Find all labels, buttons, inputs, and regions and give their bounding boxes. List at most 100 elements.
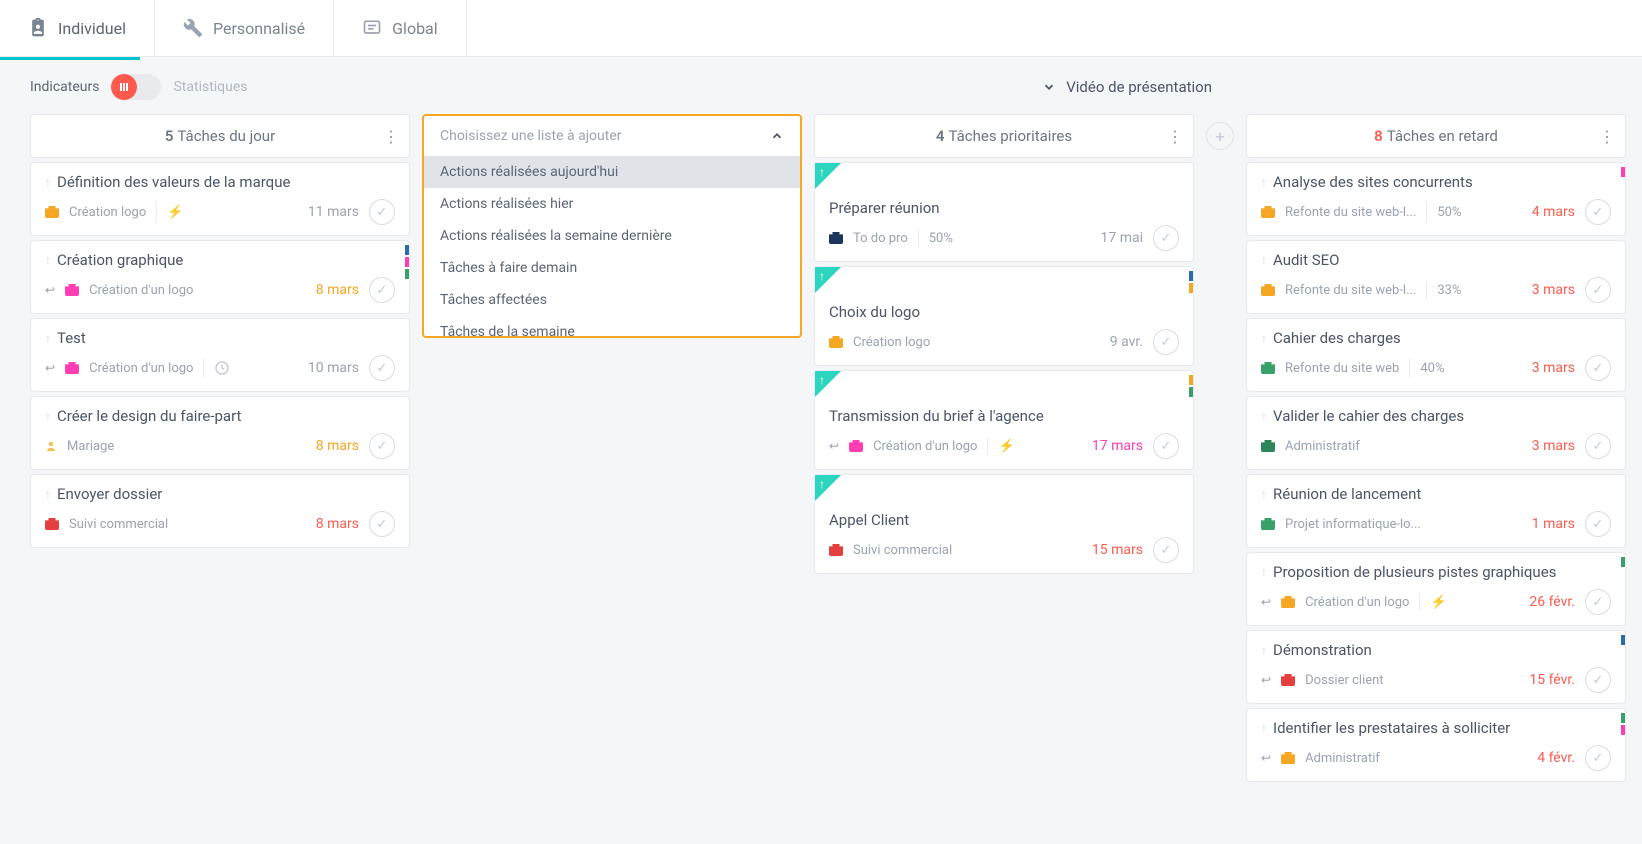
task-card[interactable]: ↑ Transmission du brief à l'agence ↩Créa… [814, 370, 1194, 470]
task-title: ↑Valider le cahier des charges [1261, 407, 1611, 425]
toggle-knob [111, 74, 137, 100]
arrow-up-icon: ↑ [819, 165, 825, 179]
task-card[interactable]: ↑Test ↩Création d'un logo10 mars✓ [30, 318, 410, 392]
task-date: 9 avr. [1110, 334, 1143, 350]
task-card[interactable]: ↑Démonstration ↩Dossier client15 févr.✓ [1246, 630, 1626, 704]
task-date: 3 mars [1532, 360, 1575, 376]
task-card[interactable]: ↑Valider le cahier des charges Administr… [1246, 396, 1626, 470]
complete-checkbox[interactable]: ✓ [1585, 745, 1611, 771]
project-name: Suivi commercial [853, 543, 952, 558]
tab-label: Personnalisé [213, 19, 305, 38]
task-date: 15 mars [1092, 542, 1143, 558]
column-add: Choisissez une liste à ajouter Actions r… [422, 114, 802, 786]
column-header: 5Tâches du jour ⋮ [30, 114, 410, 158]
color-tags [1621, 557, 1625, 567]
pause-icon [119, 82, 129, 92]
complete-checkbox[interactable]: ✓ [1585, 199, 1611, 225]
complete-checkbox[interactable]: ✓ [1585, 667, 1611, 693]
reply-icon: ↩ [45, 283, 55, 297]
column-menu-icon[interactable]: ⋮ [1167, 127, 1183, 146]
dropdown-header[interactable]: Choisissez une liste à ajouter [424, 116, 800, 156]
dropdown-option[interactable]: Tâches affectées [424, 284, 800, 316]
complete-checkbox[interactable]: ✓ [369, 433, 395, 459]
task-title: ↑Proposition de plusieurs pistes graphiq… [1261, 563, 1611, 581]
task-card[interactable]: ↑Proposition de plusieurs pistes graphiq… [1246, 552, 1626, 626]
complete-checkbox[interactable]: ✓ [1153, 433, 1179, 459]
tab-global[interactable]: Global [334, 0, 467, 56]
dropdown-option[interactable]: Actions réalisées hier [424, 188, 800, 220]
column-menu-icon[interactable]: ⋮ [1599, 127, 1615, 146]
task-title: ↑Identifier les prestataires à sollicite… [1261, 719, 1611, 737]
complete-checkbox[interactable]: ✓ [369, 511, 395, 537]
color-tags [405, 245, 409, 279]
video-presentation-link[interactable]: Vidéo de présentation [1042, 78, 1212, 96]
indicateurs-label: Indicateurs [30, 79, 99, 95]
add-list-dropdown[interactable]: Choisissez une liste à ajouter Actions r… [422, 114, 802, 338]
dropdown-list: Actions réalisées aujourd'huiActions réa… [424, 156, 800, 336]
progress-pct: 33% [1437, 283, 1461, 298]
arrow-up-icon: ↑ [819, 477, 825, 491]
complete-checkbox[interactable]: ✓ [1585, 355, 1611, 381]
kanban-board: 5Tâches du jour ⋮ ↑Définition des valeur… [0, 114, 1642, 786]
task-card[interactable]: ↑Analyse des sites concurrents Refonte d… [1246, 162, 1626, 236]
task-card[interactable]: ↑Envoyer dossier Suivi commercial8 mars✓ [30, 474, 410, 548]
clipboard-user-icon [28, 18, 48, 38]
complete-checkbox[interactable]: ✓ [1153, 225, 1179, 251]
complete-checkbox[interactable]: ✓ [1153, 537, 1179, 563]
task-title: Choix du logo [829, 303, 1179, 321]
add-column-button[interactable]: + [1206, 122, 1234, 150]
dropdown-option[interactable]: Tâches de la semaine [424, 316, 800, 336]
arrow-up-icon: ↑ [1261, 487, 1267, 501]
task-card[interactable]: ↑Cahier des charges Refonte du site web4… [1246, 318, 1626, 392]
task-card[interactable]: ↑Création graphique ↩Création d'un logo8… [30, 240, 410, 314]
dropdown-option[interactable]: Actions réalisées aujourd'hui [424, 156, 800, 188]
task-date: 11 mars [308, 204, 359, 220]
complete-checkbox[interactable]: ✓ [1585, 277, 1611, 303]
wrench-icon [183, 18, 203, 38]
column-menu-icon[interactable]: ⋮ [383, 127, 399, 146]
project-name: Création logo [69, 205, 146, 220]
complete-checkbox[interactable]: ✓ [369, 355, 395, 381]
tab-label: Individuel [58, 19, 126, 38]
task-title: ↑Analyse des sites concurrents [1261, 173, 1611, 191]
task-card[interactable]: ↑Réunion de lancement Projet informatiqu… [1246, 474, 1626, 548]
column-count: 4 [936, 127, 945, 145]
project-name: Administratif [1285, 439, 1360, 454]
column-today: 5Tâches du jour ⋮ ↑Définition des valeur… [30, 114, 410, 786]
progress-pct: 50% [1437, 205, 1461, 220]
tab-label: Global [392, 19, 438, 38]
complete-checkbox[interactable]: ✓ [1153, 329, 1179, 355]
chat-icon [362, 18, 382, 38]
person-icon [45, 440, 57, 452]
task-title: ↑Définition des valeurs de la marque [45, 173, 395, 191]
dropdown-option[interactable]: Actions réalisées la semaine dernière [424, 220, 800, 252]
complete-checkbox[interactable]: ✓ [369, 199, 395, 225]
video-label: Vidéo de présentation [1066, 78, 1212, 96]
reply-icon: ↩ [45, 361, 55, 375]
task-title: ↑Démonstration [1261, 641, 1611, 659]
arrow-up-icon: ↑ [45, 487, 51, 501]
task-card[interactable]: ↑ Appel Client Suivi commercial15 mars✓ [814, 474, 1194, 574]
task-card[interactable]: ↑Définition des valeurs de la marque Cré… [30, 162, 410, 236]
dropdown-option[interactable]: Tâches à faire demain [424, 252, 800, 284]
tab-personnalise[interactable]: Personnalisé [155, 0, 334, 56]
task-card[interactable]: ↑ Préparer réunion To do pro50%17 mai✓ [814, 162, 1194, 262]
task-title: ↑Créer le design du faire-part [45, 407, 395, 425]
task-card[interactable]: ↑Audit SEO Refonte du site web-l...33%3 … [1246, 240, 1626, 314]
task-card[interactable]: ↑Identifier les prestataires à sollicite… [1246, 708, 1626, 782]
task-date: 8 mars [316, 438, 359, 454]
complete-checkbox[interactable]: ✓ [1585, 511, 1611, 537]
complete-checkbox[interactable]: ✓ [1585, 589, 1611, 615]
task-date: 10 mars [308, 360, 359, 376]
statistiques-label: Statistiques [173, 79, 247, 95]
view-toggle[interactable] [111, 74, 161, 100]
complete-checkbox[interactable]: ✓ [369, 277, 395, 303]
tab-individuel[interactable]: Individuel [0, 0, 155, 56]
task-card[interactable]: ↑Créer le design du faire-part Mariage8 … [30, 396, 410, 470]
project-name: Création d'un logo [873, 439, 977, 454]
reply-icon: ↩ [1261, 751, 1271, 765]
task-title: ↑Création graphique [45, 251, 395, 269]
complete-checkbox[interactable]: ✓ [1585, 433, 1611, 459]
task-card[interactable]: ↑ Choix du logo Création logo9 avr.✓ [814, 266, 1194, 366]
bolt-icon: ⚡ [167, 205, 183, 220]
